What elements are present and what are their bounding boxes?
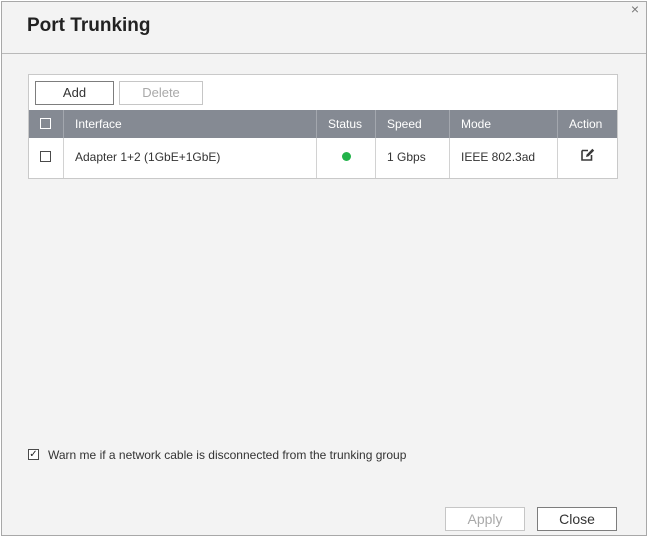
trunking-grid: Interface Status Speed Mode Action Adapt…: [29, 110, 617, 178]
interface-cell: Adapter 1+2 (1GbE+1GbE): [64, 138, 317, 178]
port-trunking-dialog: Port Trunking × Add Delete Interface Sta…: [1, 1, 647, 536]
action-cell: [558, 138, 617, 178]
status-cell: [317, 138, 376, 178]
apply-button[interactable]: Apply: [445, 507, 525, 531]
column-header-status[interactable]: Status: [317, 110, 376, 138]
grid-header-row: Interface Status Speed Mode Action: [29, 110, 617, 138]
close-icon[interactable]: ×: [628, 2, 642, 16]
status-connected-icon: [342, 152, 351, 161]
select-all-checkbox[interactable]: [40, 118, 51, 129]
delete-button[interactable]: Delete: [119, 81, 203, 105]
add-button[interactable]: Add: [35, 81, 114, 105]
table-row[interactable]: Adapter 1+2 (1GbE+1GbE) 1 Gbps IEEE 802.…: [29, 138, 617, 178]
row-checkbox-cell: [29, 138, 64, 178]
row-checkbox[interactable]: [40, 151, 51, 162]
edit-icon[interactable]: [580, 147, 595, 162]
header-checkbox-cell: [29, 110, 64, 138]
warn-label[interactable]: Warn me if a network cable is disconnect…: [48, 448, 406, 462]
trunking-panel: Add Delete Interface Status Speed Mode A…: [28, 74, 618, 179]
warn-checkbox[interactable]: ✓: [28, 449, 39, 460]
close-button[interactable]: Close: [537, 507, 617, 531]
column-header-interface[interactable]: Interface: [64, 110, 317, 138]
column-header-action: Action: [569, 117, 603, 131]
column-header-mode[interactable]: Mode: [450, 110, 558, 138]
mode-cell: IEEE 802.3ad: [450, 138, 558, 178]
dialog-title: Port Trunking: [27, 15, 151, 36]
speed-cell: 1 Gbps: [376, 138, 450, 178]
column-header-speed[interactable]: Speed: [376, 110, 450, 138]
dialog-title-bar: Port Trunking ×: [2, 2, 646, 54]
